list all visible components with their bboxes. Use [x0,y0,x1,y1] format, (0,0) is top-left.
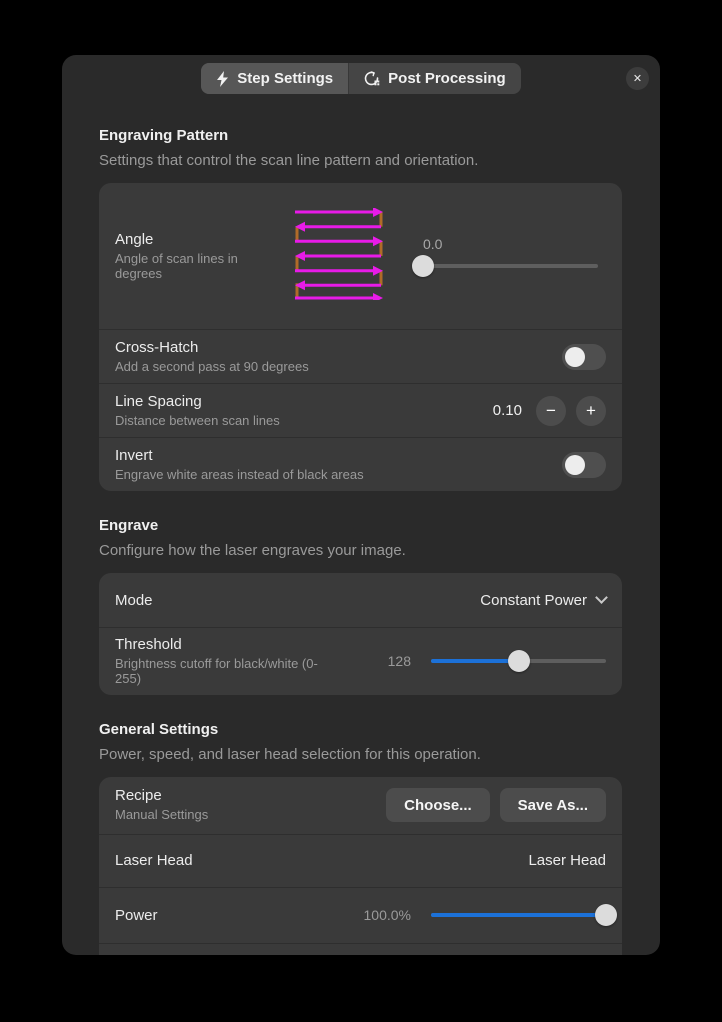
mode-title: Mode [115,592,153,609]
cross-hatch-subtitle: Add a second pass at 90 degrees [115,359,309,374]
angle-slider[interactable] [423,255,598,277]
line-spacing-subtitle: Distance between scan lines [115,413,280,428]
recipe-title: Recipe [115,787,208,804]
angle-slider-knob[interactable] [412,255,434,277]
scanline-pattern-icon [293,208,385,305]
threshold-title: Threshold [115,636,325,653]
dialog-content: Engraving Pattern Settings that control … [62,127,660,955]
recipe-row: Recipe Manual Settings Choose... Save As… [99,777,622,834]
engraving-pattern-card: Angle Angle of scan lines in degrees [99,183,622,491]
angle-value: 0.0 [423,236,606,252]
threshold-subtitle: Brightness cutoff for black/white (0-255… [115,656,325,687]
threshold-row: Threshold Brightness cutoff for black/wh… [99,627,622,695]
line-spacing-decrease-button[interactable]: − [536,396,566,426]
dialog-header: Step Settings Post Processing ✕ [62,55,660,101]
cross-hatch-toggle[interactable] [562,344,606,370]
section-title-general-settings: General Settings [99,721,622,738]
invert-toggle[interactable] [562,452,606,478]
cross-hatch-title: Cross-Hatch [115,339,309,356]
section-title-engrave: Engrave [99,517,622,534]
angle-subtitle: Angle of scan lines in degrees [115,251,273,282]
power-value: 100.0% [364,907,411,923]
tab-power-title: Tab Power [115,954,186,955]
invert-title: Invert [115,447,364,464]
close-button[interactable]: ✕ [626,67,649,90]
section-desc-engrave: Configure how the laser engraves your im… [99,542,622,559]
line-spacing-increase-button[interactable]: + [576,396,606,426]
general-settings-card: Recipe Manual Settings Choose... Save As… [99,777,622,955]
section-title-engraving-pattern: Engraving Pattern [99,127,622,144]
step-settings-dialog: Step Settings Post Processing ✕ [62,55,660,955]
tab-power-row: Tab Power [99,943,622,955]
section-desc-general-settings: Power, speed, and laser head selection f… [99,746,622,763]
threshold-slider-knob[interactable] [508,650,530,672]
recipe-choose-button[interactable]: Choose... [386,788,490,822]
recipe-subtitle: Manual Settings [115,807,208,822]
invert-row: Invert Engrave white areas instead of bl… [99,437,622,491]
laser-head-value: Laser Head [528,852,606,869]
recipe-save-as-button[interactable]: Save As... [500,788,606,822]
laser-head-row[interactable]: Laser Head Laser Head [99,834,622,887]
power-title: Power [115,907,158,924]
laser-head-title: Laser Head [115,852,193,869]
section-desc-engraving-pattern: Settings that control the scan line patt… [99,152,622,169]
mode-row[interactable]: Mode Constant Power [99,573,622,627]
threshold-value: 128 [388,653,411,669]
plus-icon: + [586,402,596,419]
post-process-icon [364,71,380,87]
mode-value: Constant Power [480,592,587,609]
view-switcher: Step Settings Post Processing [201,63,520,94]
tab-label: Step Settings [237,70,333,87]
angle-row: Angle Angle of scan lines in degrees [99,183,622,329]
close-icon: ✕ [633,72,642,85]
engrave-card: Mode Constant Power Threshold Brightness… [99,573,622,695]
invert-subtitle: Engrave white areas instead of black are… [115,467,364,482]
power-slider-knob[interactable] [595,904,617,926]
chevron-down-icon [595,591,608,604]
tab-post-processing[interactable]: Post Processing [348,63,521,94]
line-spacing-value: 0.10 [493,402,522,419]
line-spacing-title: Line Spacing [115,393,280,410]
power-slider[interactable] [431,904,606,926]
tab-step-settings[interactable]: Step Settings [201,63,348,94]
tab-label: Post Processing [388,70,506,87]
power-row: Power 100.0% [99,887,622,943]
line-spacing-row: Line Spacing Distance between scan lines… [99,383,622,437]
angle-title: Angle [115,231,273,248]
cross-hatch-row: Cross-Hatch Add a second pass at 90 degr… [99,329,622,383]
minus-icon: − [546,402,556,419]
threshold-slider[interactable] [431,650,606,672]
lightning-icon [216,71,229,87]
